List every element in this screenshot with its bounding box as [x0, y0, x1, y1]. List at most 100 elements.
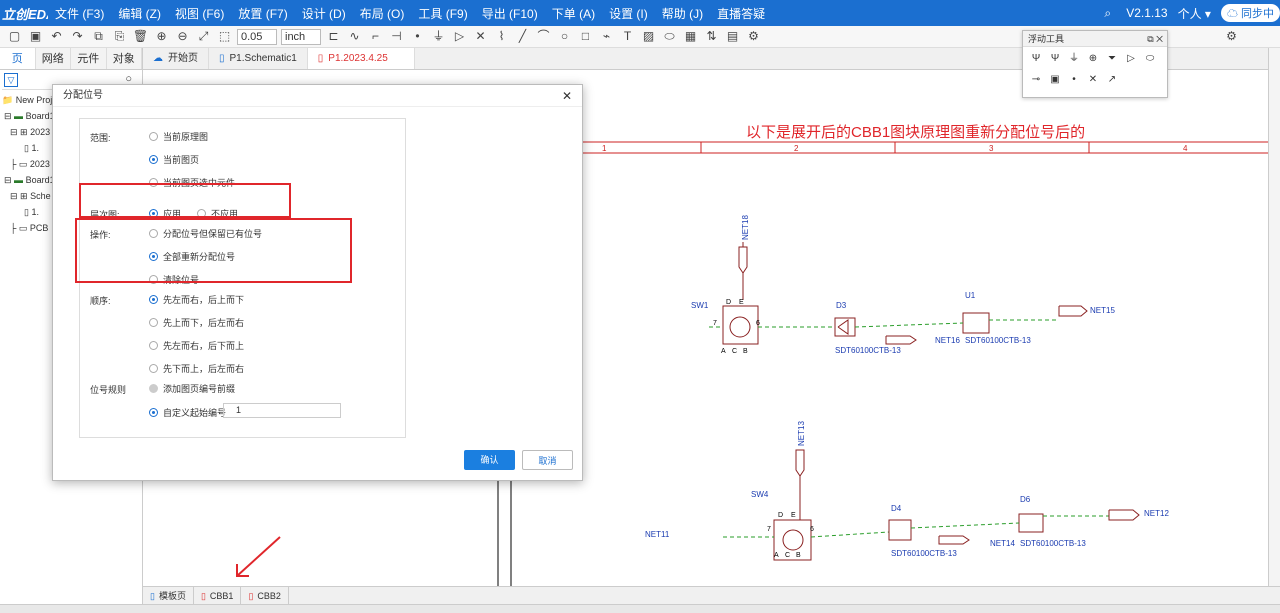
redo-icon[interactable]: ↷ — [69, 28, 86, 45]
diode-value: SDT60100CTB-13 — [891, 549, 957, 558]
panel-controls[interactable]: ⧉ ✕ — [1147, 31, 1163, 47]
start-number-input[interactable]: 1 — [223, 403, 341, 418]
tab-components[interactable]: 元件 — [71, 48, 107, 69]
sheet-tab-cbb1[interactable]: ▯ CBB1 — [194, 587, 242, 604]
red-arrow-pointer — [236, 536, 281, 577]
power-icon[interactable]: ⏚ — [430, 28, 447, 45]
net-port-icon[interactable]: ▷ — [451, 28, 468, 45]
menu-order[interactable]: 下单 (A) — [545, 5, 602, 22]
vcc-icon[interactable]: ⊕ — [1086, 52, 1100, 66]
radio-order-4[interactable]: 先下而上，后左而右 — [149, 362, 244, 375]
tool-icon-b[interactable]: ▤ — [724, 28, 741, 45]
zoom-out-icon[interactable]: ⊖ — [174, 28, 191, 45]
wire-icon[interactable]: ∿ — [346, 28, 363, 45]
paste-icon[interactable]: ⎘ — [111, 28, 128, 45]
net-flag-icon[interactable]: ▷ — [1124, 52, 1138, 66]
copy-icon[interactable]: ⧉ — [90, 28, 107, 45]
text-icon[interactable]: T — [619, 28, 636, 45]
menu-design[interactable]: 设计 (D) — [295, 5, 353, 22]
tab-objects[interactable]: 对象 — [107, 48, 142, 69]
power-flag-icon[interactable]: Ψ — [1048, 52, 1062, 66]
fit-icon[interactable]: ⤢ — [195, 28, 212, 45]
new-file-icon[interactable]: ▢ — [6, 28, 23, 45]
radio-order-3[interactable]: 先左而右，后下而上 — [149, 339, 244, 352]
radio-page-prefix[interactable]: 添加图页编号前缀 — [149, 382, 235, 395]
tree-label: PCB — [29, 223, 49, 233]
menu-settings[interactable]: 设置 (I) — [602, 5, 655, 22]
sheet-tab-cbb2[interactable]: ▯ CBB2 — [241, 587, 289, 604]
diode-ref: D4 — [891, 504, 902, 513]
menu-layout[interactable]: 布局 (O) — [353, 5, 412, 22]
no-connect-icon[interactable]: ✕ — [1086, 73, 1100, 87]
tab-schematic-active[interactable]: ▯ P1.2023.4.25 — [307, 48, 415, 69]
tab-pages[interactable]: 页 — [0, 48, 36, 69]
menu-help[interactable]: 帮助 (J) — [655, 5, 710, 22]
user-label: 个人 — [1177, 6, 1202, 21]
confirm-button[interactable]: 确认 — [464, 450, 515, 470]
search-icon[interactable]: ⌕ — [1099, 5, 1116, 22]
port-icon[interactable]: ⊸ — [1029, 73, 1043, 87]
grid-size-select[interactable]: 0.05 — [237, 28, 277, 45]
right-panel-strip[interactable] — [1268, 48, 1280, 613]
junction-icon[interactable]: • — [1067, 73, 1081, 87]
sync-badge[interactable]: ☁ 同步中 — [1220, 4, 1280, 22]
zoom-area-icon[interactable]: ⬚ — [216, 28, 233, 45]
component-icon[interactable]: ⊏ — [325, 28, 342, 45]
menu-edit[interactable]: 编辑 (Z) — [111, 5, 168, 22]
rectangle-icon[interactable]: □ — [577, 28, 594, 45]
sheet-tab-template[interactable]: ▯ 模板页 — [143, 587, 194, 604]
floating-panel-header[interactable]: 浮动工具 ⧉ ✕ — [1023, 31, 1167, 47]
menu-export[interactable]: 导出 (F10) — [475, 5, 545, 22]
circle-icon[interactable]: ○ — [556, 28, 573, 45]
junction-icon[interactable]: • — [409, 28, 426, 45]
diode-value: SDT60100CTB-13 — [1020, 539, 1086, 548]
radio-current-page[interactable]: 当前图页 — [149, 153, 199, 166]
tab-start-page[interactable]: ☁ 开始页 — [143, 48, 209, 69]
probe-icon[interactable]: ↗ — [1105, 73, 1119, 87]
radio-dot — [149, 295, 158, 304]
net-label-icon[interactable]: ⊣ — [388, 28, 405, 45]
table-icon[interactable]: ▦ — [682, 28, 699, 45]
undo-icon[interactable]: ↶ — [48, 28, 65, 45]
tree-label: 2023 — [29, 159, 50, 169]
no-connect-icon[interactable]: ✕ — [472, 28, 489, 45]
menu-tools[interactable]: 工具 (F9) — [411, 5, 474, 22]
unit-select[interactable]: inch — [281, 28, 321, 45]
cancel-button[interactable]: 取消 — [522, 450, 573, 470]
menu-bar: 立创EDA 文件 (F3) 编辑 (Z) 视图 (F6) 放置 (F7) 设计 … — [0, 0, 1280, 26]
radio-custom-start[interactable]: 自定义起始编号 — [149, 406, 226, 419]
filter-icon[interactable]: ▽ — [4, 73, 18, 87]
menu-live-qa[interactable]: 直播答疑 — [710, 5, 772, 22]
radio-order-1[interactable]: 先左而右，后上而下 — [149, 293, 244, 306]
ground-icon[interactable]: ⏚ — [1067, 52, 1081, 66]
menu-place[interactable]: 放置 (F7) — [231, 5, 294, 22]
save-icon[interactable]: ▣ — [27, 28, 44, 45]
gnd-arrow-icon[interactable]: ⏷ — [1105, 52, 1119, 66]
sheet-icon[interactable]: ▣ — [1048, 73, 1062, 87]
ellipse-icon[interactable]: ⬭ — [661, 28, 678, 45]
diode-ref: D6 — [1020, 495, 1031, 504]
tab-schematic1[interactable]: ▯ P1.Schematic1 — [209, 48, 308, 69]
radio-current-schematic[interactable]: 当前原理图 — [149, 130, 208, 143]
net-port-icon[interactable]: ⬭ — [1143, 52, 1157, 66]
tool-icon-c[interactable]: ⚙ — [745, 28, 762, 45]
settings-gear-icon[interactable]: ⚙ — [1223, 28, 1240, 45]
dialog-title-bar[interactable]: 分配位号 ✕ — [53, 85, 582, 107]
radio-order-2[interactable]: 先上而下，后左而右 — [149, 316, 244, 329]
polyline-icon[interactable]: ⌁ — [598, 28, 615, 45]
probe-icon[interactable]: ⌇ — [493, 28, 510, 45]
antenna-icon[interactable]: Ψ — [1029, 52, 1043, 66]
image-icon[interactable]: ▨ — [640, 28, 657, 45]
bus-icon[interactable]: ⌐ — [367, 28, 384, 45]
tab-nets[interactable]: 网络 — [36, 48, 71, 69]
menu-view[interactable]: 视图 (F6) — [168, 5, 231, 22]
switch-ref: SW4 — [751, 490, 769, 499]
line-icon[interactable]: ╱ — [514, 28, 531, 45]
tool-icon-a[interactable]: ⇅ — [703, 28, 720, 45]
menu-file[interactable]: 文件 (F3) — [48, 5, 111, 22]
arc-icon[interactable]: ⌒ — [535, 28, 552, 45]
user-menu[interactable]: 个人 ▾ — [1178, 5, 1211, 22]
close-icon[interactable]: ✕ — [562, 85, 572, 107]
delete-icon[interactable]: 🗑 — [132, 28, 149, 45]
zoom-in-icon[interactable]: ⊕ — [153, 28, 170, 45]
